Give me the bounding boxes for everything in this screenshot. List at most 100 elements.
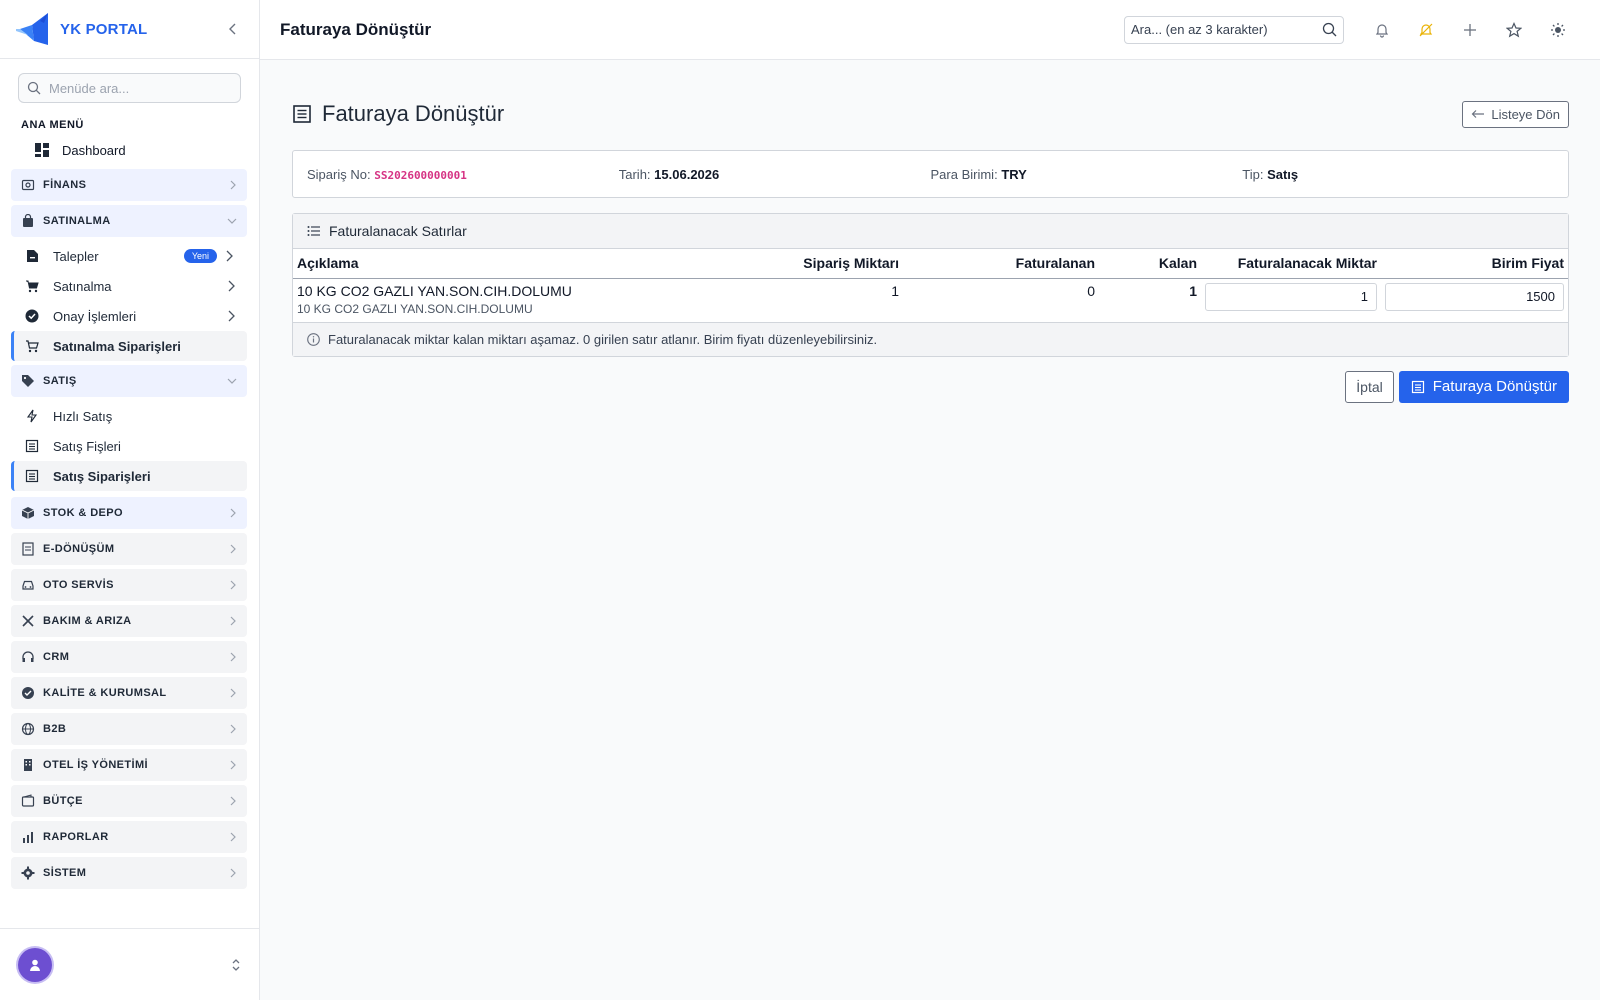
chevron-right-icon (226, 250, 233, 262)
row-to-invoice-cell (1201, 278, 1381, 322)
order-no-value: SS202600000001 (374, 168, 467, 182)
account-menu-toggle[interactable] (231, 958, 241, 972)
theme-toggle-button[interactable] (1536, 14, 1580, 46)
nav-dashboard[interactable]: Dashboard (10, 135, 247, 165)
invoice-lines-card: Faturalanacak Satırlar Açıklama Sipariş … (292, 213, 1569, 357)
group-otel-label: OTEL İŞ YÖNETİMİ (43, 759, 149, 771)
group-otel[interactable]: OTEL İŞ YÖNETİMİ (11, 749, 247, 781)
main-content: Faturaya Dönüştür Listeye Dön Sipariş No… (292, 60, 1569, 403)
group-satis[interactable]: SATIŞ (11, 365, 247, 397)
list-icon (307, 226, 320, 236)
cancel-button[interactable]: İptal (1345, 370, 1394, 403)
table-header-row: Açıklama Sipariş Miktarı Faturalanan Kal… (293, 249, 1568, 279)
chevron-right-icon (230, 832, 236, 842)
shopping-bag-icon (21, 214, 35, 228)
avatar[interactable] (18, 947, 52, 982)
receipt-icon (293, 105, 311, 123)
chevron-right-icon (230, 760, 236, 770)
nav-satinalma[interactable]: Satınalma (11, 271, 247, 301)
col-description: Açıklama (293, 249, 733, 279)
favorites-button[interactable] (1492, 14, 1536, 46)
nav-talepler[interactable]: Talepler Yeni (11, 241, 247, 271)
nav-satis-siparisleri-label: Satış Siparişleri (53, 468, 151, 484)
order-no-label: Sipariş No: (307, 166, 371, 182)
global-search (1124, 15, 1344, 44)
brand: YK PORTAL (0, 0, 259, 59)
currency-value: TRY (1001, 166, 1027, 182)
chevron-up-down-icon (232, 958, 240, 971)
chevron-right-icon (230, 580, 236, 590)
group-crm[interactable]: CRM (11, 641, 247, 673)
group-b2b-label: B2B (43, 723, 67, 735)
group-satinalma[interactable]: SATINALMA (11, 205, 247, 237)
group-stok-label: STOK & DEPO (43, 507, 123, 519)
group-bakim-ariza[interactable]: BAKIM & ARIZA (11, 605, 247, 637)
group-e-donusum[interactable]: E-DÖNÜŞÜM (11, 533, 247, 565)
to-invoice-qty-input[interactable] (1205, 282, 1377, 311)
group-butce[interactable]: BÜTÇE (11, 785, 247, 817)
col-ordered-qty: Sipariş Miktarı (733, 249, 903, 279)
group-stok-depo[interactable]: STOK & DEPO (11, 497, 247, 529)
page-header: Faturaya Dönüştür Listeye Dön (292, 92, 1569, 136)
receipt-icon (1411, 380, 1424, 393)
nav-satinalma-label: Satınalma (53, 278, 112, 294)
table-row: 10 KG CO2 GAZLI YAN.SON.CIH.DOLUMU 10 KG… (293, 278, 1568, 322)
group-raporlar[interactable]: RAPORLAR (11, 821, 247, 853)
headset-icon (21, 650, 35, 664)
nav-satinalma-siparisleri-label: Satınalma Siparişleri (53, 338, 181, 354)
mute-notifications-button[interactable] (1404, 14, 1448, 46)
group-finans[interactable]: FİNANS (11, 169, 247, 201)
topbar: Faturaya Dönüştür (260, 0, 1600, 60)
invoice-lines-table: Açıklama Sipariş Miktarı Faturalanan Kal… (293, 249, 1568, 322)
brand-name: YK PORTAL (60, 20, 148, 38)
sidebar: YK PORTAL ANA MENÜ Dashboard FİNANS SATI… (0, 0, 260, 1000)
row-unit-price-cell (1381, 278, 1568, 322)
order-date-label: Tarih: (618, 166, 651, 182)
back-to-list-button[interactable]: Listeye Dön (1462, 100, 1569, 128)
topbar-title: Faturaya Dönüştür (280, 19, 432, 39)
group-oto-servis[interactable]: OTO SERVİS (11, 569, 247, 601)
invoice-lines-title: Faturalanacak Satırlar (329, 223, 467, 239)
unit-price-input[interactable] (1385, 282, 1564, 311)
group-bakim-label: BAKIM & ARIZA (43, 615, 132, 627)
global-search-input[interactable] (1131, 22, 1322, 37)
chevron-down-icon (227, 218, 237, 224)
nav-dashboard-label: Dashboard (62, 142, 126, 158)
convert-to-invoice-button[interactable]: Faturaya Dönüştür (1398, 370, 1569, 403)
tools-icon (21, 614, 35, 628)
section-label: ANA MENÜ (21, 119, 84, 131)
invoice-lines-header: Faturalanacak Satırlar (293, 214, 1568, 249)
back-to-list-label: Listeye Dön (1491, 106, 1560, 122)
brand-logo-icon (16, 13, 48, 45)
menu-search-input[interactable] (49, 80, 229, 96)
order-no: Sipariş No: SS202600000001 (307, 167, 619, 182)
search-icon (27, 81, 41, 95)
cart-plus-icon (25, 339, 39, 353)
group-oto-label: OTO SERVİS (43, 579, 114, 591)
nav-hizli-satis[interactable]: Hızlı Satış (11, 401, 247, 431)
group-b2b[interactable]: B2B (11, 713, 247, 745)
chevron-right-icon (230, 180, 236, 190)
tag-icon (21, 374, 35, 388)
collapse-sidebar-button[interactable] (221, 17, 245, 41)
info-note-text: Faturalanacak miktar kalan miktarı aşama… (328, 331, 878, 347)
chevron-left-icon (229, 23, 236, 35)
group-sistem-label: SİSTEM (43, 867, 87, 879)
chevron-right-icon (230, 688, 236, 698)
nav-satis-siparisleri[interactable]: Satış Siparişleri (11, 461, 247, 491)
file-icon (25, 249, 39, 263)
notifications-button[interactable] (1360, 14, 1404, 46)
search-icon[interactable] (1322, 22, 1337, 37)
nav-satis-fisleri[interactable]: Satış Fişleri (11, 431, 247, 461)
nav-satinalma-siparisleri[interactable]: Satınalma Siparişleri (11, 331, 247, 361)
cart-icon (25, 279, 39, 293)
nav-onay-islemleri[interactable]: Onay İşlemleri (11, 301, 247, 331)
add-button[interactable] (1448, 14, 1492, 46)
page-title: Faturaya Dönüştür (322, 101, 505, 126)
group-kalite-kurumsal[interactable]: KALİTE & KURUMSAL (11, 677, 247, 709)
type-value: Satış (1267, 166, 1299, 182)
col-unit-price: Birim Fiyat (1381, 249, 1568, 279)
group-sistem[interactable]: SİSTEM (11, 857, 247, 889)
chevron-right-icon (230, 544, 236, 554)
order-type: Tip: Satış (1242, 167, 1554, 182)
